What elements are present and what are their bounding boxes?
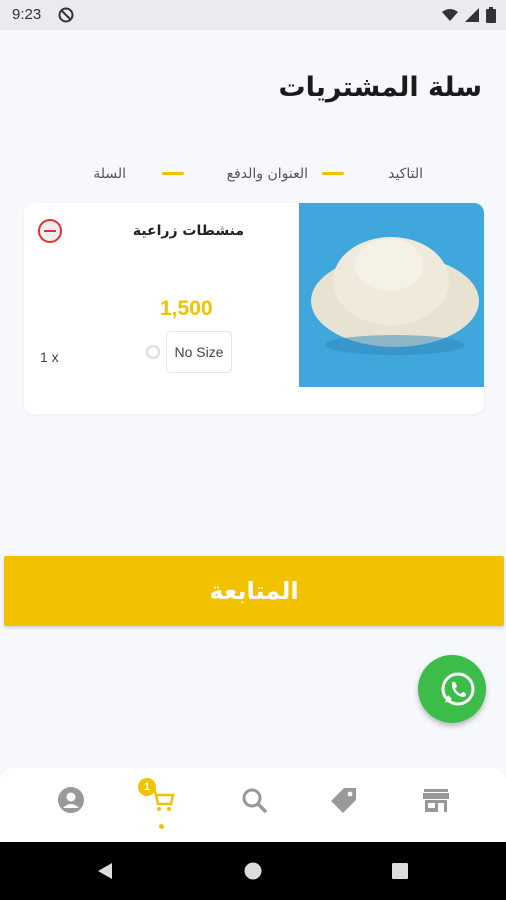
step-divider (162, 172, 184, 175)
signal-icon (465, 8, 479, 22)
wifi-icon (442, 9, 458, 21)
step-cart: السلة (93, 166, 126, 182)
store-icon (423, 789, 449, 812)
cart-badge: 1 (138, 778, 156, 796)
remove-item-button[interactable] (38, 219, 62, 243)
active-tab-indicator (159, 824, 164, 829)
step-confirmation: التاكيد (388, 166, 423, 182)
do-not-disturb-icon (58, 7, 74, 23)
battery-icon (486, 7, 496, 23)
bottom-nav: 1 (0, 768, 506, 842)
product-image (299, 203, 484, 387)
status-icons (442, 7, 496, 23)
product-price: 1,500 (160, 297, 213, 320)
nav-store[interactable] (416, 780, 456, 820)
quantity-label: 1 x (40, 349, 59, 365)
recents-icon[interactable] (391, 862, 409, 880)
nav-profile[interactable] (51, 780, 91, 820)
cart-item-card: منشطات زراعية 1,500 No Size 1 x (24, 203, 484, 414)
system-nav-bar (0, 842, 506, 900)
step-divider (322, 172, 344, 175)
nav-offers[interactable] (324, 780, 364, 820)
search-icon (242, 788, 267, 813)
status-bar: 9:23 (0, 0, 506, 30)
back-icon[interactable] (96, 862, 114, 880)
status-time: 9:23 (12, 6, 42, 23)
continue-button[interactable]: المتابعة (4, 556, 504, 626)
whatsapp-button[interactable] (418, 655, 486, 723)
product-name: منشطات زراعية (132, 223, 244, 239)
size-label: No Size (174, 344, 224, 360)
profile-icon (58, 787, 84, 813)
step-address-payment: العنوان والدفع (226, 166, 308, 182)
tag-icon (331, 788, 356, 813)
nav-search[interactable] (234, 780, 274, 820)
size-option[interactable]: No Size (166, 331, 232, 373)
whatsapp-icon (441, 672, 475, 706)
page-title: سلة المشتريات (278, 72, 482, 103)
size-radio[interactable] (146, 345, 160, 359)
home-icon[interactable] (244, 862, 262, 880)
nav-cart[interactable]: 1 (138, 778, 182, 820)
